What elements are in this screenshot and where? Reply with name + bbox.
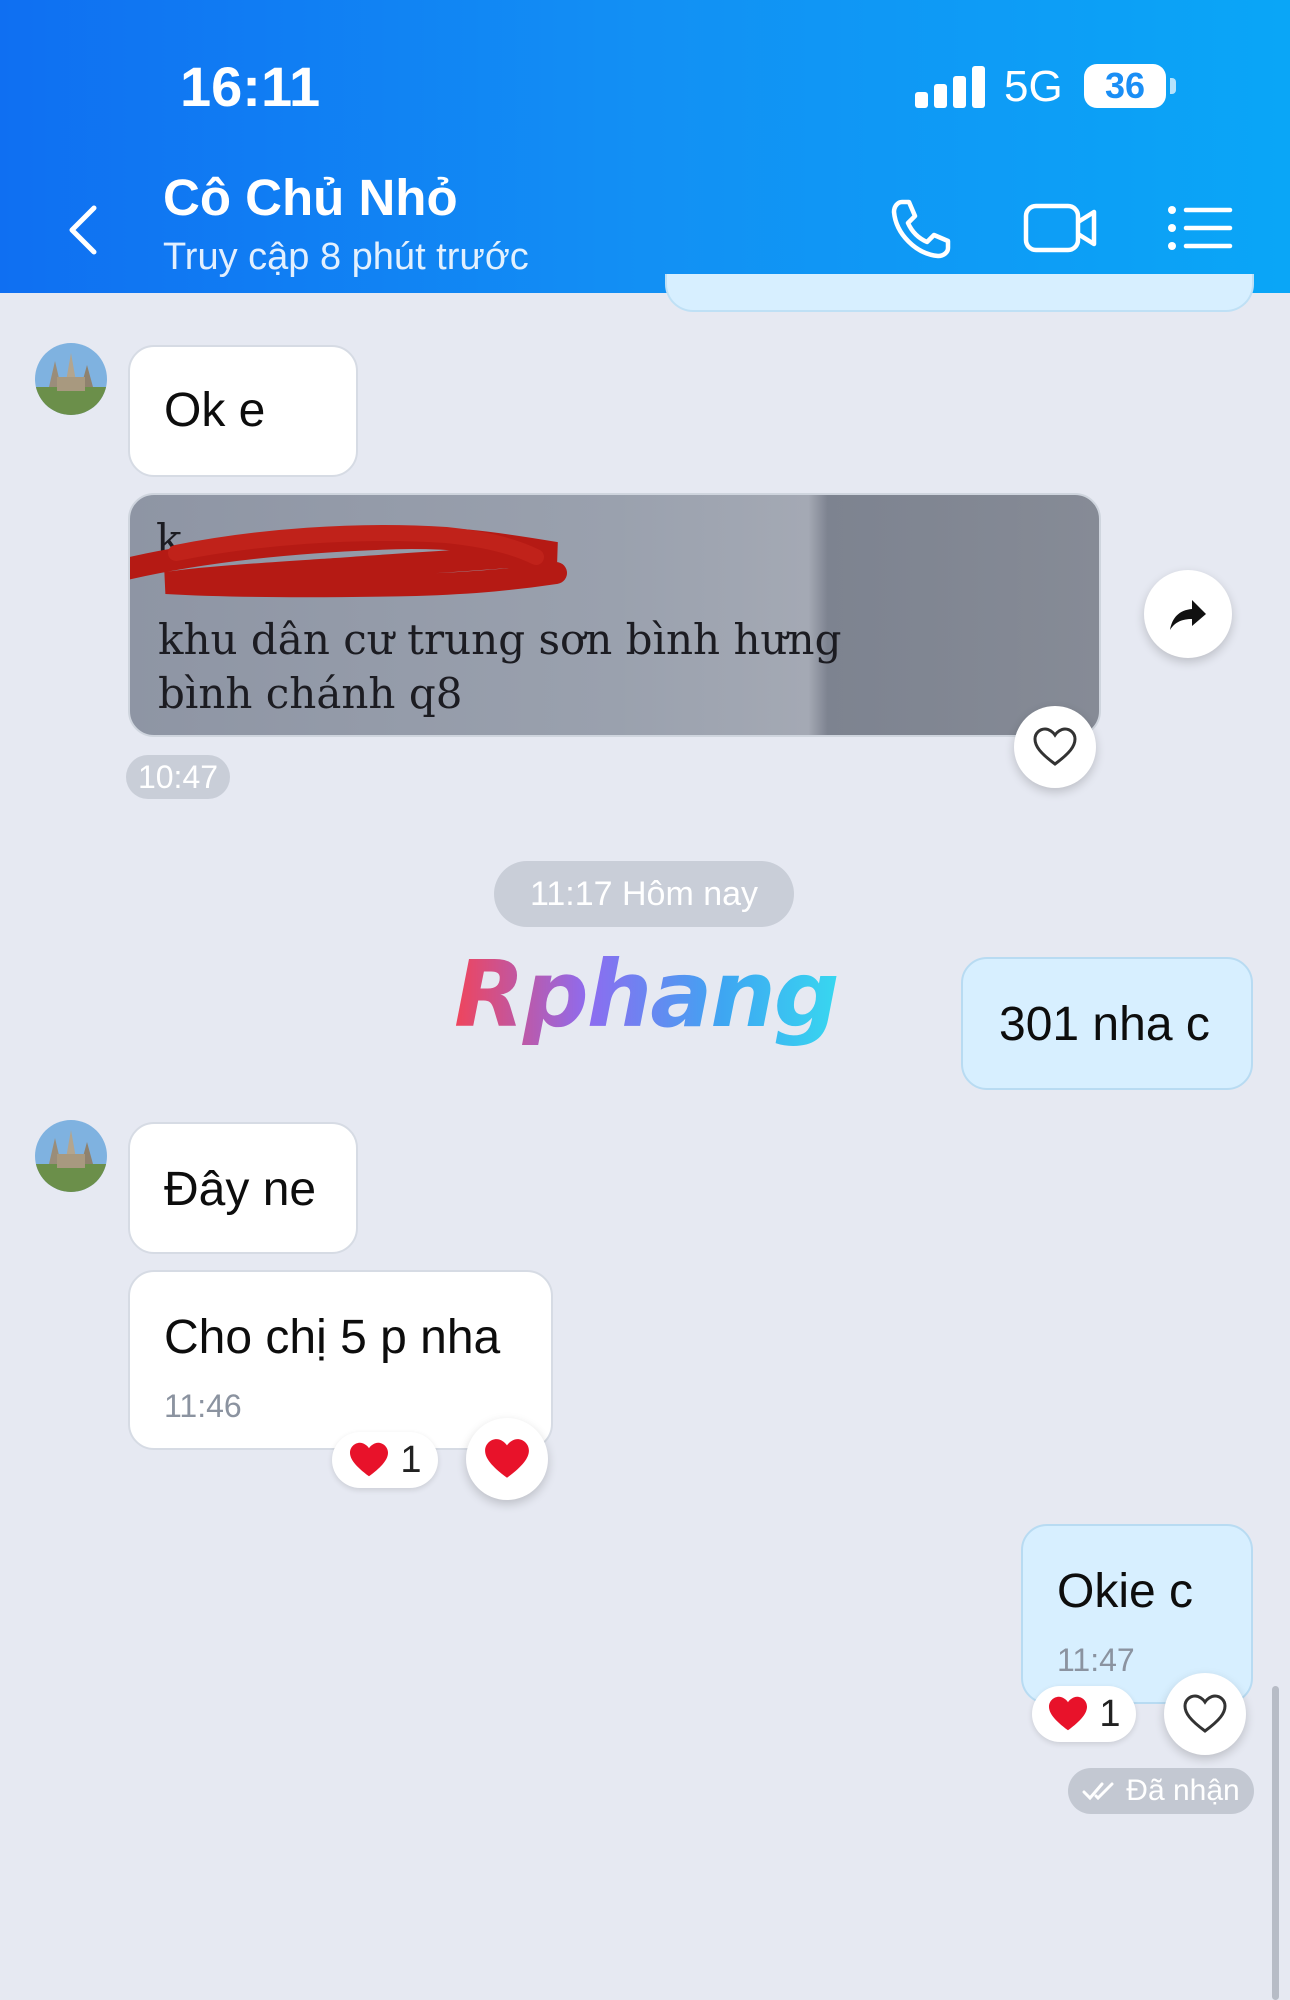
- message-time: 11:47: [1057, 1642, 1135, 1678]
- contact-name[interactable]: Cô Chủ Nhỏ: [163, 168, 458, 227]
- image-text-line: khu dân cư trung sơn bình hưng: [158, 615, 842, 664]
- battery-icon: 36: [1084, 64, 1166, 108]
- status-time: 16:11: [180, 55, 321, 118]
- reaction-summary[interactable]: 1: [332, 1432, 438, 1488]
- previous-message-bubble[interactable]: [665, 274, 1254, 312]
- share-forward-button[interactable]: [1144, 570, 1232, 658]
- message-time: 11:46: [164, 1388, 242, 1424]
- message-text: 301 nha c: [999, 998, 1210, 1051]
- reaction-button[interactable]: [466, 1418, 548, 1500]
- reaction-count: 1: [400, 1438, 422, 1481]
- last-seen-status: Truy cập 8 phút trước: [163, 236, 529, 278]
- heart-icon: [1049, 1696, 1088, 1731]
- scrollbar[interactable]: [1272, 1686, 1279, 2000]
- double-check-icon: [1082, 1782, 1114, 1801]
- battery-tip: [1170, 78, 1176, 94]
- delivery-status: Đã nhận: [1068, 1768, 1254, 1814]
- menu-list-icon[interactable]: [1162, 190, 1238, 266]
- heart-outline-icon: [1033, 727, 1077, 766]
- heart-outline-icon: [1183, 1694, 1227, 1733]
- like-button[interactable]: [1164, 1673, 1246, 1755]
- message-text: Cho chị 5 p nha: [164, 1311, 501, 1364]
- message-text: Đây ne: [164, 1163, 317, 1216]
- network-type: 5G: [1004, 62, 1063, 111]
- video-call-icon[interactable]: [1022, 190, 1098, 266]
- message-text: Okie c: [1057, 1565, 1194, 1618]
- contact-avatar[interactable]: [35, 1120, 107, 1192]
- phone-icon[interactable]: [884, 190, 960, 266]
- message-bubble-outgoing[interactable]: 301 nha c: [961, 957, 1253, 1090]
- watermark-text: Rphang: [454, 946, 838, 1048]
- time-separator: 11:17 Hôm nay: [494, 861, 794, 927]
- message-timestamp: 10:47: [126, 755, 230, 799]
- heart-icon: [350, 1442, 389, 1477]
- image-text-line: bình chánh q8: [158, 669, 463, 718]
- like-button[interactable]: [1014, 706, 1096, 788]
- image-message[interactable]: k khu dân cư trung sơn bình hưng bình ch…: [128, 493, 1101, 737]
- back-icon[interactable]: [60, 200, 110, 260]
- reaction-count: 1: [1099, 1692, 1121, 1735]
- delivery-status-text: Đã nhận: [1126, 1774, 1240, 1807]
- signal-icon: [915, 66, 985, 108]
- watermark-logo: Rphang: [450, 941, 840, 1079]
- heart-icon: [485, 1439, 529, 1478]
- reaction-summary[interactable]: 1: [1032, 1686, 1136, 1742]
- redaction-scribble: [130, 525, 567, 598]
- message-text: Ok e: [164, 384, 266, 437]
- message-bubble-incoming[interactable]: Ok e: [128, 345, 358, 477]
- message-bubble-incoming[interactable]: Đây ne: [128, 1122, 358, 1254]
- contact-avatar[interactable]: [35, 343, 107, 415]
- forward-arrow-icon: [1170, 600, 1206, 630]
